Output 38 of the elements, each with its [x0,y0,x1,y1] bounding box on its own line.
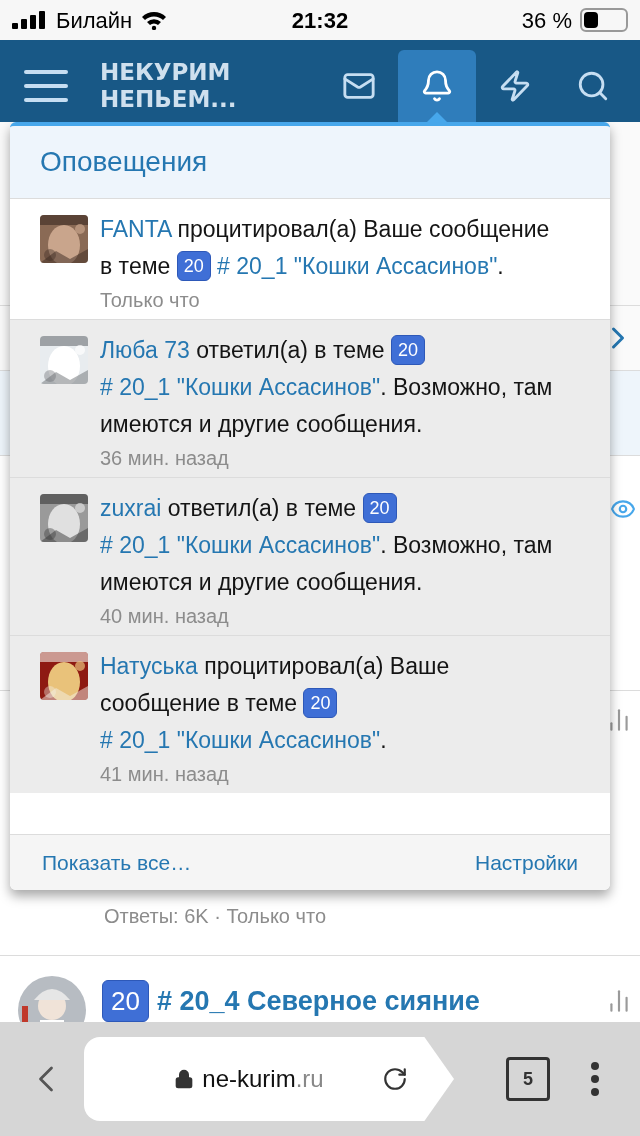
alert-text: Натуська процитировал(а) Ваше сообщение в теме 20 # 20_1 "Кошки Ассасинов". [100,652,451,755]
user-link[interactable]: Люба 73 [100,337,190,363]
prefix-badge: 20 [362,493,397,523]
carrier-name: Билайн [56,6,133,35]
url-text: ne-kurim.ru [202,1064,324,1094]
alert-item[interactable]: Натуська процитировал(а) Ваше сообщение в теме 20 # 20_1 "Кошки Ассасинов". 41 мин. назад [10,635,610,793]
thread-link[interactable]: # 20_1 "Кошки Ассасинов" [100,727,381,753]
alert-time: Только что [100,288,201,313]
user-link[interactable]: FANTA [100,216,172,242]
clock-time: 21:32 [290,6,350,35]
alert-text: zuxrai ответил(а) в теме 20 # 20_1 "Кошки Ассасинов". Возможно, там имеются и другие сообщения. [100,492,554,597]
alert-text: FANTA процитировал(а) Ваше сообщение в теме 20 # 20_1 "Кошки Ассасинов". [100,215,551,283]
prefix-badge: 20 [390,335,425,365]
alert-time: 40 мин. назад [100,604,230,629]
battery-percent: 36 % [521,6,572,35]
settings-link[interactable]: Настройки [475,846,578,879]
user-link[interactable]: Натуська [100,653,198,679]
logo-text[interactable]: НЕКУРИМ [100,59,320,86]
alert-time: 36 мин. назад [100,446,230,471]
popup-title: Оповещения [40,145,208,179]
thread-link[interactable]: # 20_1 "Кошки Ассасинов" [100,374,381,400]
alert-time: 41 мин. назад [100,762,230,787]
thread-meta: Ответы: 6K · Только что [103,904,328,929]
alert-item[interactable]: zuxrai ответил(а) в теме 20 # 20_1 "Кошки Ассасинов". Возможно, там имеются и другие сообщения. 40 мин. назад [10,477,610,635]
alert-item[interactable]: FANTA процитировал(а) Ваше сообщение в теме 20 # 20_1 "Кошки Ассасинов". Только что [10,198,610,319]
prefix-badge: 20 [303,688,338,718]
user-link[interactable]: zuxrai [100,495,162,521]
alert-text: Люба 73 ответил(а) в теме 20 # 20_1 "Кошки Ассасинов". Возможно, там имеются и другие сообщения. [100,334,554,439]
tabs-button[interactable]: 5 [506,1057,550,1101]
thread-link[interactable]: # 20_1 "Кошки Ассасинов" [217,253,498,279]
address-field[interactable]: ne-kurim.ru [84,1037,454,1121]
thread-title-link[interactable]: # 20_4 Северное сияние [156,980,480,1022]
alert-item[interactable]: Люба 73 ответил(а) в теме 20 # 20_1 "Кошки Ассасинов". Возможно, там имеются и другие сообщения. 36 мин. назад [10,319,610,477]
prefix-badge: 20 [176,251,211,281]
show-all-link[interactable]: Показать все… [42,846,192,879]
logo-text[interactable]: НЕПЬЕМ... [100,86,320,113]
thread-link[interactable]: # 20_1 "Кошки Ассасинов" [100,532,381,558]
prefix-badge: 20 [102,980,149,1022]
